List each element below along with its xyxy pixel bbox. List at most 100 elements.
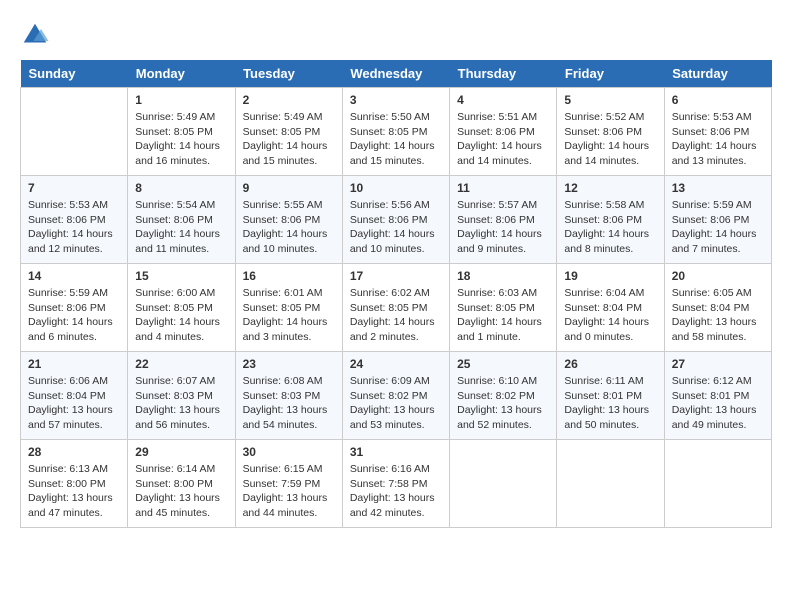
calendar-cell — [450, 440, 557, 528]
calendar-cell: 15Sunrise: 6:00 AM Sunset: 8:05 PM Dayli… — [128, 264, 235, 352]
day-number: 23 — [243, 357, 335, 371]
day-number: 25 — [457, 357, 549, 371]
calendar-cell: 12 Sunrise: 5:58 AM Sunset: 8:06 PM Dayli… — [557, 176, 664, 264]
day-number: 1 — [135, 93, 227, 107]
calendar-cell: 14 Sunrise: 5:59 AM Sunset: 8:06 PM Dayli… — [21, 264, 128, 352]
day-info: Sunrise: 6:01 AM Sunset: 8:05 PM Dayligh… — [243, 286, 335, 345]
day-info: Sunrise: 5:58 AM Sunset: 8:06 PM Dayligh… — [564, 198, 656, 257]
logo-icon — [20, 20, 50, 50]
day-info: Sunrise: 5:56 AM Sunset: 8:06 PM Dayligh… — [350, 198, 442, 257]
calendar-cell: 29 Sunrise: 6:14 AM Sunset: 8:00 PM Dayli… — [128, 440, 235, 528]
day-number: 21 — [28, 357, 120, 371]
day-info: Sunrise: 6:12 AM Sunset: 8:01 PM Dayligh… — [672, 374, 764, 433]
calendar-table: SundayMondayTuesdayWednesdayThursdayFrid… — [20, 60, 772, 528]
day-info: Sunrise: 6:16 AM Sunset: 7:58 PM Dayligh… — [350, 462, 442, 521]
calendar-cell: 25 Sunrise: 6:10 AM Sunset: 8:02 PM Dayli… — [450, 352, 557, 440]
calendar-cell: 9 Sunrise: 5:55 AM Sunset: 8:06 PM Daylig… — [235, 176, 342, 264]
calendar-cell — [664, 440, 771, 528]
col-header-wednesday: Wednesday — [342, 60, 449, 88]
col-header-tuesday: Tuesday — [235, 60, 342, 88]
calendar-cell — [21, 88, 128, 176]
day-info: Sunrise: 5:55 AM Sunset: 8:06 PM Dayligh… — [243, 198, 335, 257]
day-number: 30 — [243, 445, 335, 459]
calendar-header-row: SundayMondayTuesdayWednesdayThursdayFrid… — [21, 60, 772, 88]
day-number: 20 — [672, 269, 764, 283]
day-number: 12 — [564, 181, 656, 195]
calendar-cell — [557, 440, 664, 528]
calendar-cell: 31 Sunrise: 6:16 AM Sunset: 7:58 PM Dayli… — [342, 440, 449, 528]
col-header-sunday: Sunday — [21, 60, 128, 88]
day-info: Sunrise: 6:14 AM Sunset: 8:00 PM Dayligh… — [135, 462, 227, 521]
day-info: Sunrise: 5:49 AM Sunset: 8:05 PM Dayligh… — [135, 110, 227, 169]
day-info: Sunrise: 5:54 AM Sunset: 8:06 PM Dayligh… — [135, 198, 227, 257]
calendar-cell: 16 Sunrise: 6:01 AM Sunset: 8:05 PM Dayli… — [235, 264, 342, 352]
day-number: 31 — [350, 445, 442, 459]
calendar-cell: 1 Sunrise: 5:49 AM Sunset: 8:05 PM Daylig… — [128, 88, 235, 176]
calendar-week-row: 28 Sunrise: 6:13 AM Sunset: 8:00 PM Dayli… — [21, 440, 772, 528]
calendar-cell: 6 Sunrise: 5:53 AM Sunset: 8:06 PM Daylig… — [664, 88, 771, 176]
day-number: 6 — [672, 93, 764, 107]
day-info: Sunrise: 6:07 AM Sunset: 8:03 PM Dayligh… — [135, 374, 227, 433]
calendar-cell: 19 Sunrise: 6:04 AM Sunset: 8:04 PM Dayli… — [557, 264, 664, 352]
day-info: Sunrise: 6:15 AM Sunset: 7:59 PM Dayligh… — [243, 462, 335, 521]
day-number: 17 — [350, 269, 442, 283]
col-header-thursday: Thursday — [450, 60, 557, 88]
day-info: Sunrise: 6:02 AM Sunset: 8:05 PM Dayligh… — [350, 286, 442, 345]
day-number: 3 — [350, 93, 442, 107]
calendar-cell: 5Sunrise: 5:52 AM Sunset: 8:06 PM Daylig… — [557, 88, 664, 176]
day-number: 4 — [457, 93, 549, 107]
day-info: Sunrise: 5:57 AM Sunset: 8:06 PM Dayligh… — [457, 198, 549, 257]
day-number: 9 — [243, 181, 335, 195]
day-number: 2 — [243, 93, 335, 107]
day-info: Sunrise: 5:59 AM Sunset: 8:06 PM Dayligh… — [28, 286, 120, 345]
day-info: Sunrise: 6:05 AM Sunset: 8:04 PM Dayligh… — [672, 286, 764, 345]
day-number: 19 — [564, 269, 656, 283]
day-number: 18 — [457, 269, 549, 283]
day-info: Sunrise: 5:59 AM Sunset: 8:06 PM Dayligh… — [672, 198, 764, 257]
day-info: Sunrise: 6:11 AM Sunset: 8:01 PM Dayligh… — [564, 374, 656, 433]
day-info: Sunrise: 6:09 AM Sunset: 8:02 PM Dayligh… — [350, 374, 442, 433]
calendar-cell: 18 Sunrise: 6:03 AM Sunset: 8:05 PM Dayli… — [450, 264, 557, 352]
calendar-cell: 10Sunrise: 5:56 AM Sunset: 8:06 PM Dayli… — [342, 176, 449, 264]
calendar-week-row: 1 Sunrise: 5:49 AM Sunset: 8:05 PM Daylig… — [21, 88, 772, 176]
day-number: 14 — [28, 269, 120, 283]
calendar-cell: 13Sunrise: 5:59 AM Sunset: 8:06 PM Dayli… — [664, 176, 771, 264]
day-number: 22 — [135, 357, 227, 371]
calendar-cell: 8 Sunrise: 5:54 AM Sunset: 8:06 PM Daylig… — [128, 176, 235, 264]
day-number: 28 — [28, 445, 120, 459]
day-number: 8 — [135, 181, 227, 195]
calendar-cell: 27 Sunrise: 6:12 AM Sunset: 8:01 PM Dayli… — [664, 352, 771, 440]
col-header-monday: Monday — [128, 60, 235, 88]
day-info: Sunrise: 6:08 AM Sunset: 8:03 PM Dayligh… — [243, 374, 335, 433]
calendar-cell: 23 Sunrise: 6:08 AM Sunset: 8:03 PM Dayli… — [235, 352, 342, 440]
col-header-friday: Friday — [557, 60, 664, 88]
day-number: 7 — [28, 181, 120, 195]
day-number: 15 — [135, 269, 227, 283]
calendar-week-row: 7 Sunrise: 5:53 AM Sunset: 8:06 PM Daylig… — [21, 176, 772, 264]
day-info: Sunrise: 6:04 AM Sunset: 8:04 PM Dayligh… — [564, 286, 656, 345]
calendar-cell: 17 Sunrise: 6:02 AM Sunset: 8:05 PM Dayli… — [342, 264, 449, 352]
day-info: Sunrise: 6:03 AM Sunset: 8:05 PM Dayligh… — [457, 286, 549, 345]
calendar-week-row: 21Sunrise: 6:06 AM Sunset: 8:04 PM Dayli… — [21, 352, 772, 440]
day-number: 5 — [564, 93, 656, 107]
day-number: 11 — [457, 181, 549, 195]
day-info: Sunrise: 5:51 AM Sunset: 8:06 PM Dayligh… — [457, 110, 549, 169]
day-number: 27 — [672, 357, 764, 371]
calendar-cell: 22 Sunrise: 6:07 AM Sunset: 8:03 PM Dayli… — [128, 352, 235, 440]
day-info: Sunrise: 5:53 AM Sunset: 8:06 PM Dayligh… — [28, 198, 120, 257]
day-info: Sunrise: 6:13 AM Sunset: 8:00 PM Dayligh… — [28, 462, 120, 521]
calendar-cell: 24 Sunrise: 6:09 AM Sunset: 8:02 PM Dayli… — [342, 352, 449, 440]
calendar-cell: 30 Sunrise: 6:15 AM Sunset: 7:59 PM Dayli… — [235, 440, 342, 528]
col-header-saturday: Saturday — [664, 60, 771, 88]
day-number: 26 — [564, 357, 656, 371]
calendar-cell: 7 Sunrise: 5:53 AM Sunset: 8:06 PM Daylig… — [21, 176, 128, 264]
day-info: Sunrise: 5:53 AM Sunset: 8:06 PM Dayligh… — [672, 110, 764, 169]
day-number: 16 — [243, 269, 335, 283]
day-info: Sunrise: 5:49 AM Sunset: 8:05 PM Dayligh… — [243, 110, 335, 169]
day-number: 24 — [350, 357, 442, 371]
day-number: 29 — [135, 445, 227, 459]
calendar-cell: 11 Sunrise: 5:57 AM Sunset: 8:06 PM Dayli… — [450, 176, 557, 264]
day-info: Sunrise: 6:10 AM Sunset: 8:02 PM Dayligh… — [457, 374, 549, 433]
calendar-cell: 28 Sunrise: 6:13 AM Sunset: 8:00 PM Dayli… — [21, 440, 128, 528]
day-info: Sunrise: 5:50 AM Sunset: 8:05 PM Dayligh… — [350, 110, 442, 169]
